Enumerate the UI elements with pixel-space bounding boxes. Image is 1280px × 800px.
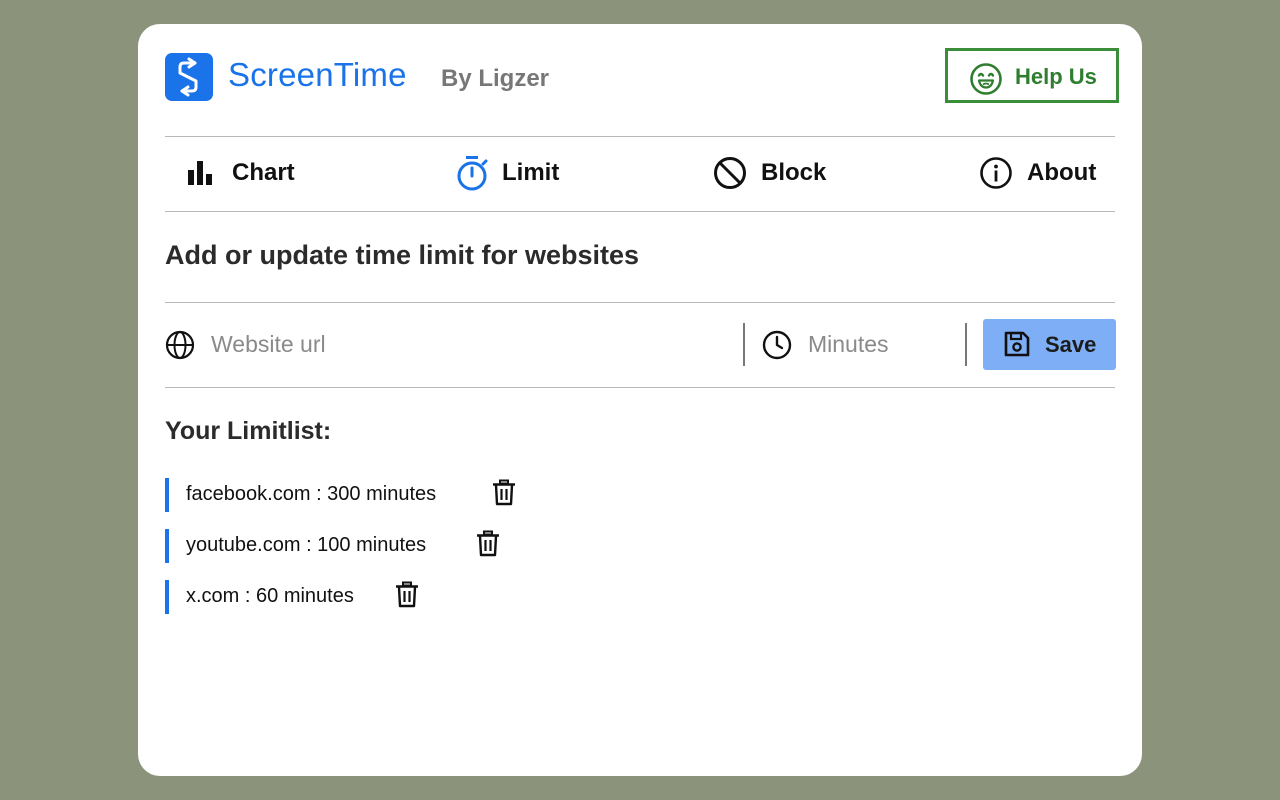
- list-item-text: facebook.com : 300 minutes: [186, 483, 437, 505]
- trash-icon[interactable]: [395, 581, 419, 609]
- limit-form: Save: [165, 302, 1116, 387]
- tabs-divider: [165, 211, 1115, 212]
- bar-chart-icon: [188, 161, 212, 185]
- list-item-text: x.com : 60 minutes: [186, 585, 354, 607]
- list-item-text: youtube.com : 100 minutes: [186, 534, 427, 556]
- list-item-marker: [165, 580, 169, 614]
- website-url-input[interactable]: [211, 324, 731, 364]
- header-divider: [165, 136, 1115, 137]
- form-separator: [965, 323, 967, 366]
- trash-icon[interactable]: [492, 479, 516, 507]
- list-item: facebook.com : 300 minutes: [165, 478, 545, 512]
- help-us-label: Help Us: [1015, 64, 1097, 89]
- list-item-marker: [165, 478, 169, 512]
- limitlist-title: Your Limitlist:: [165, 417, 332, 445]
- globe-icon: [165, 330, 195, 360]
- stopwatch-icon: [457, 156, 488, 191]
- save-floppy-icon: [1004, 331, 1030, 357]
- trash-icon[interactable]: [476, 530, 500, 558]
- list-item: youtube.com : 100 minutes: [165, 529, 545, 563]
- smiley-icon: [970, 63, 1002, 95]
- tab-limit-label: Limit: [502, 159, 560, 186]
- tab-chart-label: Chart: [232, 159, 295, 186]
- popup-card: ScreenTime By Ligzer Help Us Chart Limit…: [138, 24, 1142, 776]
- tab-block[interactable]: Block: [713, 148, 833, 198]
- tab-chart[interactable]: Chart: [187, 148, 307, 198]
- minutes-input[interactable]: [808, 324, 958, 364]
- block-icon: [714, 157, 746, 189]
- section-title: Add or update time limit for websites: [165, 240, 640, 270]
- screentime-logo-icon: [165, 53, 213, 101]
- form-separator: [743, 323, 745, 366]
- brand-name: ScreenTime: [228, 56, 407, 93]
- help-us-button[interactable]: Help Us: [945, 48, 1119, 103]
- save-button[interactable]: Save: [983, 319, 1116, 370]
- info-icon: [980, 157, 1012, 189]
- list-item: x.com : 60 minutes: [165, 580, 545, 614]
- tab-about[interactable]: About: [979, 148, 1119, 198]
- brand-byline: By Ligzer: [441, 65, 550, 92]
- clock-icon: [762, 330, 792, 360]
- popup-content: ScreenTime By Ligzer Help Us Chart Limit…: [165, 24, 1119, 776]
- list-item-marker: [165, 529, 169, 563]
- header: ScreenTime By Ligzer Help Us: [165, 24, 1119, 136]
- tab-block-label: Block: [761, 159, 827, 186]
- tab-limit[interactable]: Limit: [455, 148, 565, 198]
- save-label: Save: [1045, 332, 1097, 357]
- form-bottom-divider: [165, 387, 1115, 388]
- tab-about-label: About: [1027, 159, 1097, 186]
